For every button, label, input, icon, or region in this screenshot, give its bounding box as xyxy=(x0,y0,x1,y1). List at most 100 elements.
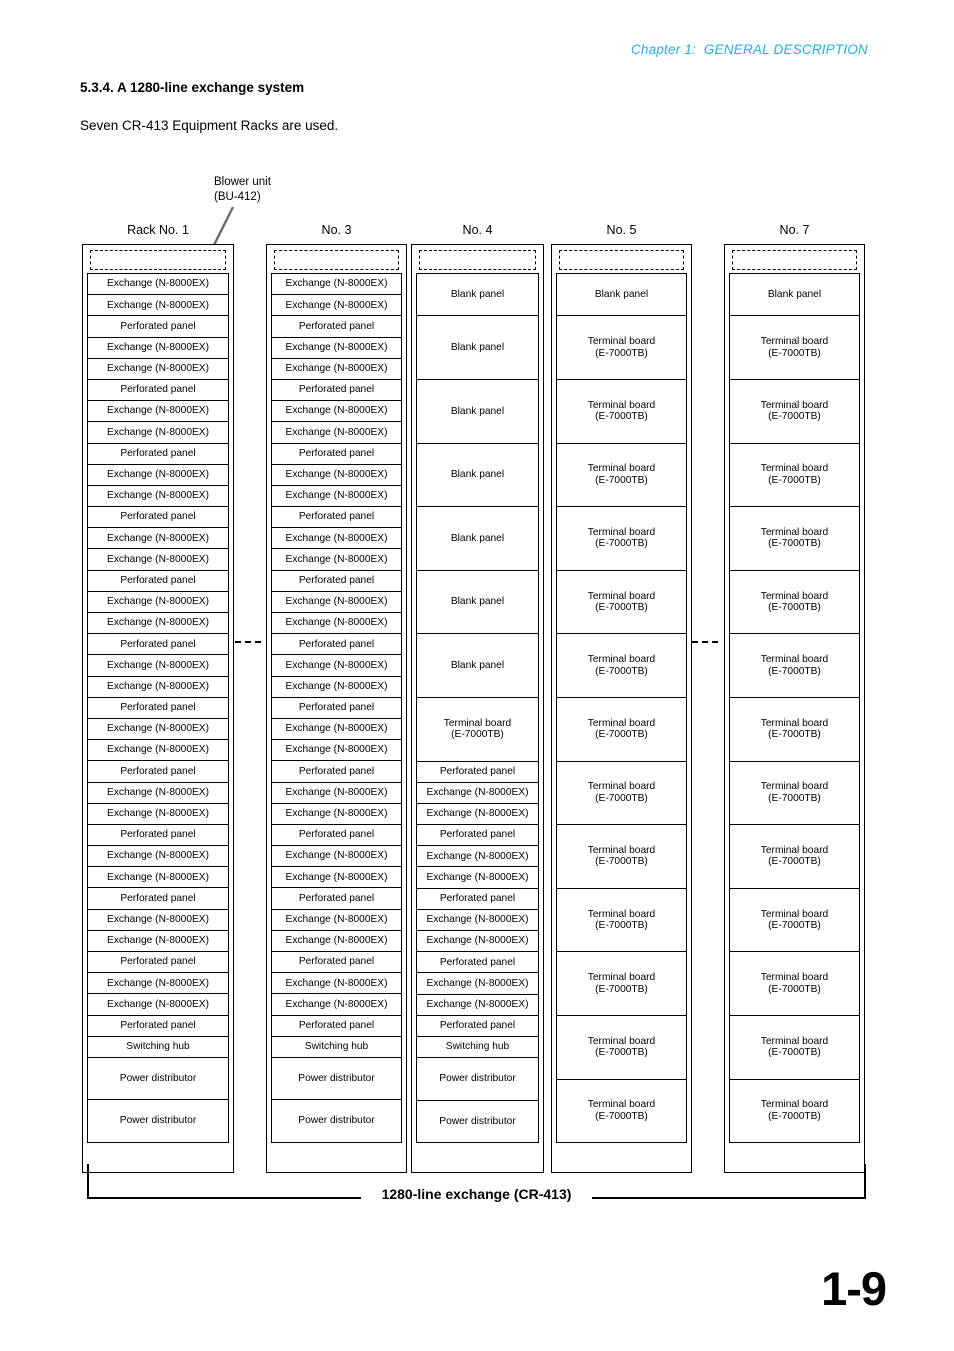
rack-unit: Exchange (N-8000EX) xyxy=(272,591,401,613)
rack-unit: Terminal board (E-7000TB) xyxy=(730,570,859,635)
rack-unit: Perforated panel xyxy=(272,952,401,974)
rack-unit: Perforated panel xyxy=(417,888,538,910)
rack-unit: Terminal board (E-7000TB) xyxy=(730,888,859,953)
rack-unit-stack: Exchange (N-8000EX) Exchange (N-8000EX) Pe… xyxy=(271,273,402,1143)
rack-unit: Exchange (N-8000EX) xyxy=(272,528,401,550)
rack-frame: Exchange (N-8000EX) Exchange (N-8000EX) Pe… xyxy=(82,244,234,1173)
rack-unit: Switching hub xyxy=(272,1036,401,1058)
rack-unit: Perforated panel xyxy=(88,634,228,656)
rack-unit: Terminal board (E-7000TB) xyxy=(557,634,686,698)
rack-unit: Power distributor xyxy=(417,1100,538,1143)
rack-unit: Exchange (N-8000EX) xyxy=(88,782,228,804)
rack-unit: Exchange (N-8000EX) xyxy=(417,782,538,804)
rack-no-5: No. 5 Blank panel Terminal board (E-7000TB… xyxy=(551,222,692,1174)
rack-unit: Exchange (N-8000EX) xyxy=(88,846,228,868)
rack-unit: Terminal board (E-7000TB) xyxy=(557,1079,686,1144)
rack-unit: Blank panel xyxy=(417,634,538,698)
rack-unit: Exchange (N-8000EX) xyxy=(272,464,401,486)
rack-no-3: No. 3 Exchange (N-8000EX) Exchange (N-8000… xyxy=(266,222,407,1173)
rack-unit: Power distributor xyxy=(88,1057,228,1101)
rack-unit: Perforated panel xyxy=(272,761,401,783)
rack-unit: Terminal board (E-7000TB) xyxy=(730,952,859,1016)
rack-unit: Exchange (N-8000EX) xyxy=(272,549,401,571)
rack-unit: Exchange (N-8000EX) xyxy=(272,994,401,1016)
rack-unit-stack: Exchange (N-8000EX) Exchange (N-8000EX) Pe… xyxy=(87,273,229,1143)
rack-unit-stack: Blank panel Blank panel Blank panel Blank p… xyxy=(416,273,539,1143)
rack-unit: Terminal board (E-7000TB) xyxy=(557,761,686,826)
blower-unit-callout: Blower unit (BU-412) xyxy=(214,176,271,203)
rack-unit: Perforated panel xyxy=(272,697,401,719)
blower-unit-slot xyxy=(90,250,226,270)
rack-unit: Terminal board (E-7000TB) xyxy=(557,697,686,762)
rack-unit: Perforated panel xyxy=(88,824,228,847)
rack-unit: Terminal board (E-7000TB) xyxy=(730,697,859,762)
rack-unit: Exchange (N-8000EX) xyxy=(88,422,228,444)
rack-unit: Exchange (N-8000EX) xyxy=(88,655,228,677)
rack-continuation-ellipsis xyxy=(692,641,718,643)
rack-unit: Terminal board (E-7000TB) xyxy=(730,379,859,444)
rack-unit: Exchange (N-8000EX) xyxy=(417,909,538,932)
rack-rack-no-1: Rack No. 1 Exchange (N-8000EX) Exchange (N… xyxy=(82,222,234,1173)
rack-unit: Exchange (N-8000EX) xyxy=(272,337,401,359)
rack-unit: Perforated panel xyxy=(88,316,228,338)
rack-unit: Exchange (N-8000EX) xyxy=(88,358,228,380)
rack-unit: Switching hub xyxy=(417,1036,538,1059)
rack-unit: Terminal board (E-7000TB) xyxy=(730,1015,859,1080)
rack-label: No. 7 xyxy=(779,223,810,237)
rack-unit: Blank panel xyxy=(417,443,538,508)
page-number: 1-9 xyxy=(821,1262,887,1315)
rack-unit: Exchange (N-8000EX) xyxy=(88,591,228,613)
rack-unit: Exchange (N-8000EX) xyxy=(88,867,228,889)
rack-unit: Perforated panel xyxy=(417,952,538,974)
blower-unit-slot xyxy=(559,250,684,270)
rack-unit: Exchange (N-8000EX) xyxy=(272,358,401,380)
rack-unit: Perforated panel xyxy=(417,1015,538,1037)
rack-no-4: No. 4 Blank panel Blank panel Blank panel Bl… xyxy=(411,222,544,1173)
rack-unit: Blank panel xyxy=(417,316,538,380)
rack-unit: Exchange (N-8000EX) xyxy=(88,549,228,571)
rack-unit: Exchange (N-8000EX) xyxy=(272,867,401,889)
rack-diagram: Blower unit (BU-412) Rack No. 1 Exchange … xyxy=(0,0,954,1351)
rack-unit: Perforated panel xyxy=(272,379,401,402)
rack-unit: Exchange (N-8000EX) xyxy=(272,803,401,825)
rack-unit: Perforated panel xyxy=(88,952,228,974)
rack-unit: Exchange (N-8000EX) xyxy=(272,973,401,995)
rack-unit: Perforated panel xyxy=(88,570,228,592)
rack-unit: Terminal board (E-7000TB) xyxy=(557,1015,686,1080)
rack-unit: Terminal board (E-7000TB) xyxy=(730,761,859,826)
rack-unit: Terminal board (E-7000TB) xyxy=(730,316,859,380)
rack-unit: Perforated panel xyxy=(272,316,401,338)
rack-unit-stack: Blank panel Terminal board (E-7000TB) Term… xyxy=(729,273,860,1144)
rack-label: No. 4 xyxy=(462,223,493,237)
rack-unit: Exchange (N-8000EX) xyxy=(272,295,401,317)
rack-unit: Terminal board (E-7000TB) xyxy=(557,316,686,380)
rack-unit: Power distributor xyxy=(88,1100,228,1143)
rack-label: No. 3 xyxy=(321,223,352,237)
rack-unit: Perforated panel xyxy=(88,1015,228,1037)
rack-unit: Exchange (N-8000EX) xyxy=(272,930,401,952)
rack-unit: Exchange (N-8000EX) xyxy=(88,994,228,1016)
rack-unit: Perforated panel xyxy=(272,1015,401,1037)
rack-unit: Exchange (N-8000EX) xyxy=(88,613,228,635)
rack-unit: Exchange (N-8000EX) xyxy=(88,740,228,762)
rack-unit: Perforated panel xyxy=(272,570,401,592)
rack-unit: Exchange (N-8000EX) xyxy=(88,274,228,296)
rack-unit: Exchange (N-8000EX) xyxy=(88,718,228,741)
blower-unit-slot xyxy=(732,250,857,270)
rack-unit: Exchange (N-8000EX) xyxy=(272,485,401,508)
blower-unit-slot xyxy=(419,250,536,270)
rack-unit: Power distributor xyxy=(417,1058,538,1101)
rack-unit: Terminal board (E-7000TB) xyxy=(730,1079,859,1144)
rack-unit: Exchange (N-8000EX) xyxy=(88,973,228,995)
rack-unit: Switching hub xyxy=(88,1036,228,1058)
rack-unit: Terminal board (E-7000TB) xyxy=(557,443,686,508)
blower-unit-slot xyxy=(274,250,399,270)
diagram-caption: 1280-line exchange (CR-413) xyxy=(381,1186,572,1202)
rack-unit: Blank panel xyxy=(417,379,538,444)
rack-unit: Perforated panel xyxy=(272,634,401,656)
rack-unit: Terminal board (E-7000TB) xyxy=(730,443,859,508)
rack-unit: Exchange (N-8000EX) xyxy=(272,401,401,423)
rack-unit: Exchange (N-8000EX) xyxy=(88,337,228,359)
rack-frame: Blank panel Terminal board (E-7000TB) Term… xyxy=(724,244,865,1174)
rack-unit: Power distributor xyxy=(272,1057,401,1101)
